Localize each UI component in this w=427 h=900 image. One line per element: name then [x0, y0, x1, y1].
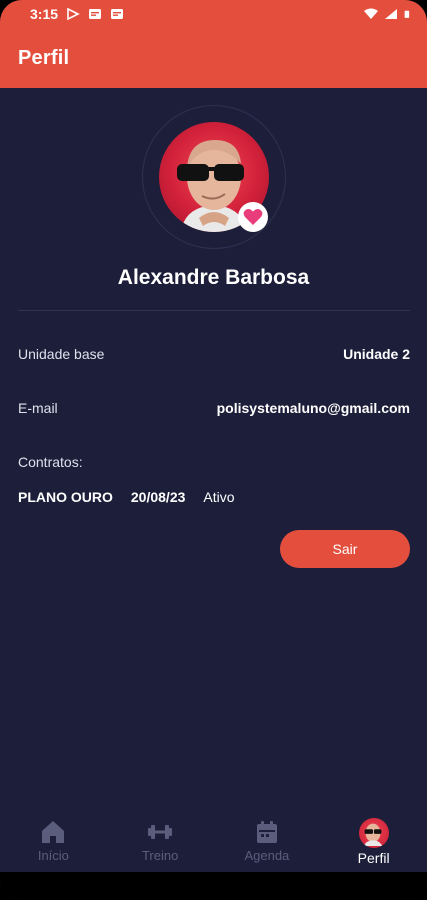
divider — [18, 310, 410, 311]
app-bar: Perfil — [0, 28, 427, 88]
logout-button[interactable]: Sair — [280, 530, 410, 568]
heart-icon — [243, 209, 263, 225]
profile-name: Alexandre Barbosa — [117, 266, 310, 289]
play-store-icon — [67, 8, 80, 20]
unit-value: Unidade 2 — [343, 346, 410, 362]
battery-icon — [404, 10, 410, 18]
contract-date: 20/08/23 — [130, 489, 186, 505]
nav-label-treino: Treino — [141, 848, 179, 863]
unit-row: Unidade base Unidade 2 — [18, 346, 410, 362]
avatar-photo — [363, 823, 382, 846]
notification-icon — [89, 9, 102, 19]
bottom-navigation: Início Treino Agenda Perfil — [0, 814, 427, 872]
dumbbell-icon — [148, 825, 173, 839]
nav-label-perfil: Perfil — [357, 850, 390, 866]
unit-label: Unidade base — [18, 346, 105, 362]
favorite-badge[interactable] — [238, 202, 268, 232]
contract-status: Ativo — [203, 489, 235, 505]
profile-content: Alexandre Barbosa Unidade base Unidade 2… — [0, 88, 427, 818]
email-row: E-mail polisystemaluno@gmail.com — [18, 400, 410, 416]
phone-screen: 3:15 Perfil Alexandre Barbosa Unidade ba… — [0, 0, 427, 900]
status-bar: 3:15 — [0, 0, 427, 28]
system-navigation-bar — [0, 872, 427, 900]
status-time: 3:15 — [30, 6, 59, 22]
calendar-icon — [256, 821, 277, 843]
contract-plan: PLANO OURO — [18, 489, 113, 505]
contracts-label: Contratos: — [18, 454, 83, 470]
home-icon — [42, 821, 65, 843]
avatar — [358, 818, 389, 848]
nav-label-inicio: Início — [37, 848, 69, 863]
contract-item: PLANO OURO 20/08/23 Ativo — [18, 489, 253, 505]
page-title: Perfil — [18, 46, 70, 69]
notification-icon — [111, 9, 124, 19]
nav-label-agenda: Agenda — [244, 848, 290, 863]
email-value: polisystemaluno@gmail.com — [216, 400, 410, 416]
nav-item-treino[interactable]: Treino — [107, 814, 214, 872]
nav-item-inicio[interactable]: Início — [0, 814, 107, 872]
wifi-icon — [364, 8, 378, 19]
nav-item-perfil[interactable]: Perfil — [320, 814, 427, 872]
signal-icon — [385, 9, 397, 19]
email-label: E-mail — [18, 400, 58, 416]
nav-item-agenda[interactable]: Agenda — [214, 814, 321, 872]
